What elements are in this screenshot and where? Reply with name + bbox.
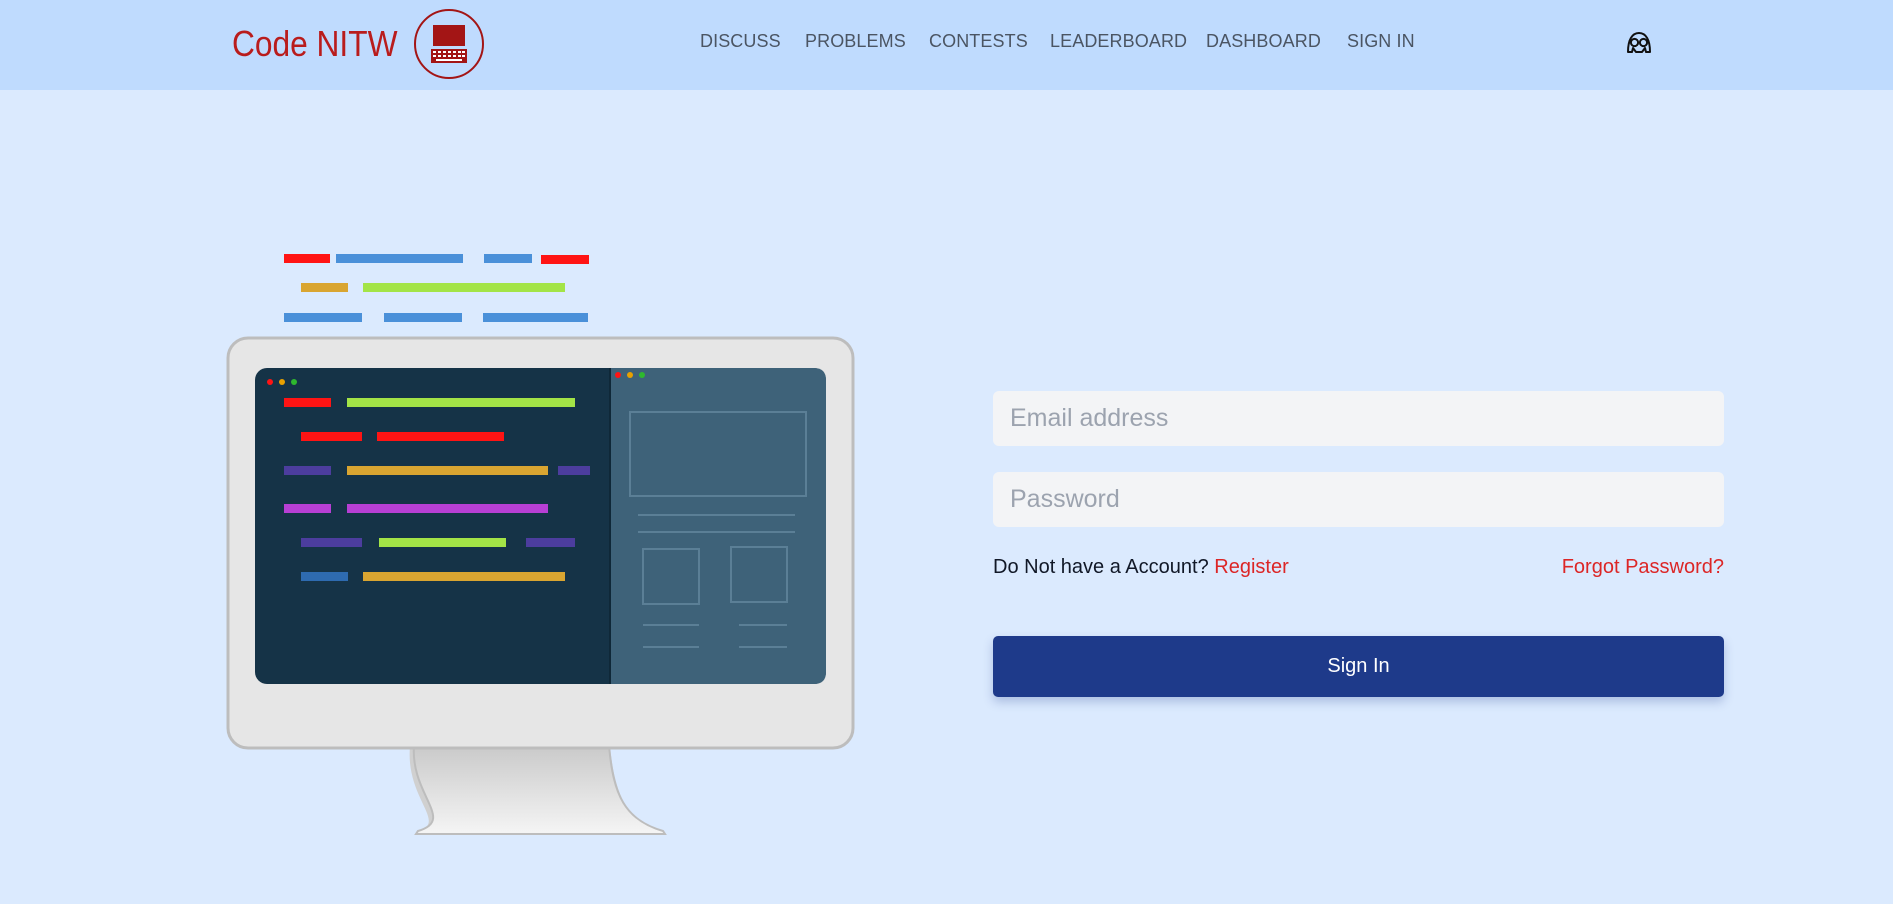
- hacker-avatar-icon[interactable]: [1624, 28, 1654, 58]
- nav-dashboard[interactable]: DASHBOARD: [1206, 31, 1321, 52]
- top-navbar: Code NITW DISCUSS PROBLEMS CONTESTS LEAD…: [0, 0, 1893, 90]
- computer-keyboard-icon[interactable]: [414, 9, 484, 79]
- nav-leaderboard[interactable]: LEADERBOARD: [1050, 31, 1187, 52]
- forgot-password-link[interactable]: Forgot Password?: [1562, 556, 1724, 579]
- password-field[interactable]: [993, 472, 1724, 527]
- register-link[interactable]: Register: [1214, 556, 1288, 578]
- desktop-monitor-with-code: [225, 245, 855, 840]
- no-account-text: Do Not have a Account?: [993, 556, 1209, 578]
- account-links-row: Do Not have a Account? Register Forgot P…: [993, 556, 1724, 582]
- nav-discuss[interactable]: DISCUSS: [700, 31, 781, 52]
- nav-problems[interactable]: PROBLEMS: [805, 31, 906, 52]
- nav-contests[interactable]: CONTESTS: [929, 31, 1028, 52]
- brand[interactable]: Code NITW: [232, 9, 484, 79]
- nav-sign-in[interactable]: SIGN IN: [1347, 31, 1415, 52]
- email-field[interactable]: [993, 391, 1724, 446]
- sign-in-button[interactable]: Sign In: [993, 636, 1724, 697]
- brand-name[interactable]: Code NITW: [232, 23, 397, 65]
- no-account-prompt: Do Not have a Account? Register: [993, 556, 1289, 579]
